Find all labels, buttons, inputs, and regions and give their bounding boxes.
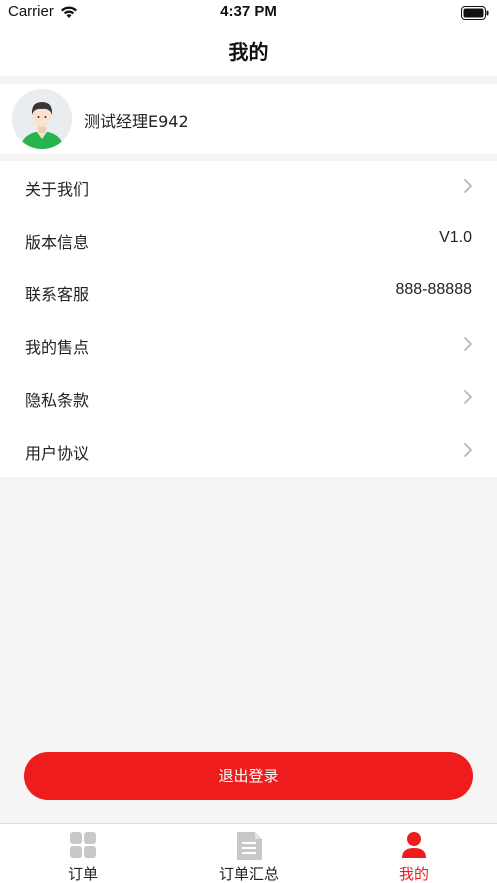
- document-icon: [235, 831, 263, 865]
- profile-card[interactable]: 测试经理E942: [0, 84, 497, 154]
- nav-bar: 我的: [0, 26, 497, 76]
- tab-orders[interactable]: 订单: [0, 824, 166, 883]
- status-bar: Carrier 4:37 PM: [0, 0, 497, 26]
- menu-item-label: 用户协议: [25, 444, 90, 463]
- grid-icon: [69, 831, 97, 863]
- menu-item-version[interactable]: 版本信息 V1.0: [0, 214, 497, 266]
- support-phone-value: 888-88888: [395, 281, 472, 298]
- status-time: 4:37 PM: [220, 3, 277, 20]
- menu-item-label: 我的售点: [25, 338, 90, 357]
- tab-label: 我的: [398, 865, 429, 883]
- chevron-right-icon: [463, 442, 473, 462]
- tab-bar: 订单 订单汇总 我的: [0, 823, 497, 883]
- menu-item-label: 隐私条款: [25, 391, 90, 410]
- menu-item-contact-support[interactable]: 联系客服 888-88888: [0, 266, 497, 318]
- tab-order-summary[interactable]: 订单汇总: [166, 824, 332, 883]
- user-icon: [401, 831, 427, 863]
- version-value: V1.0: [439, 229, 472, 246]
- page-title: 我的: [228, 40, 269, 64]
- username: 测试经理E942: [84, 112, 189, 131]
- menu-item-label: 版本信息: [25, 233, 90, 252]
- menu-item-about[interactable]: 关于我们: [0, 161, 497, 213]
- tab-label: 订单: [67, 865, 98, 883]
- tab-label: 订单汇总: [218, 865, 279, 883]
- menu-item-privacy-policy[interactable]: 隐私条款: [0, 372, 497, 424]
- chevron-right-icon: [463, 389, 473, 409]
- user-avatar-icon: [12, 89, 72, 149]
- chevron-right-icon: [463, 336, 473, 356]
- menu-item-label: 关于我们: [25, 180, 90, 199]
- logout-button[interactable]: 退出登录: [24, 752, 473, 800]
- tab-mine[interactable]: 我的: [331, 824, 497, 883]
- menu-item-user-agreement[interactable]: 用户协议: [0, 425, 497, 477]
- avatar[interactable]: [12, 89, 72, 149]
- menu-item-my-outlets[interactable]: 我的售点: [0, 319, 497, 371]
- settings-menu: 关于我们 版本信息 V1.0 联系客服 888-88888 我的售点 隐私条款 …: [0, 161, 497, 477]
- battery-icon: [461, 5, 489, 24]
- chevron-right-icon: [463, 178, 473, 198]
- menu-item-label: 联系客服: [25, 285, 90, 304]
